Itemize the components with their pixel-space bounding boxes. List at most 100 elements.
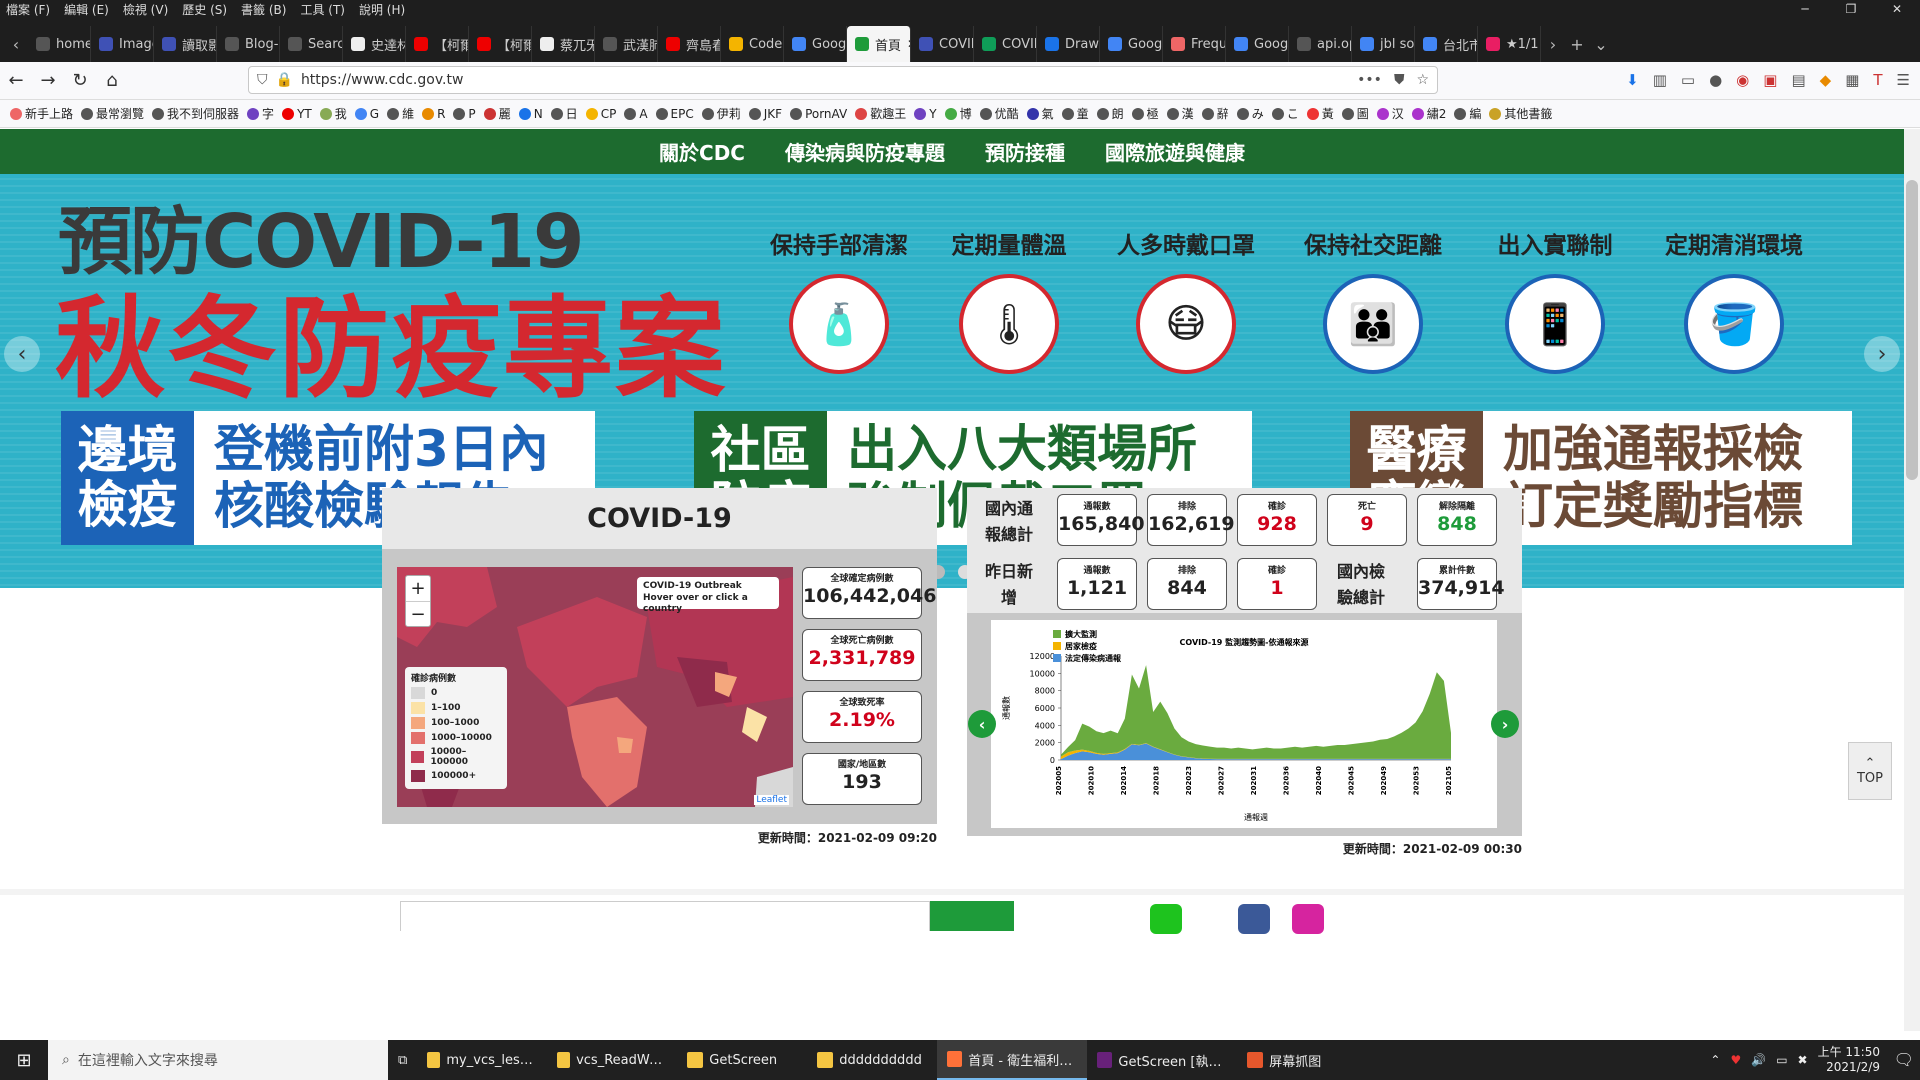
maximize-icon[interactable]: ❐ — [1828, 0, 1874, 18]
browser-tab[interactable]: 台北市 — [1415, 26, 1478, 62]
taskbar-search[interactable]: ⌕ 在這裡輸入文字來搜尋 — [48, 1040, 388, 1080]
volume-icon[interactable]: 🔊 — [1751, 1053, 1766, 1067]
extension-icon[interactable]: ▦ — [1845, 71, 1859, 89]
library-icon[interactable]: ▥ — [1653, 71, 1667, 89]
home-icon[interactable]: ⌂ — [96, 70, 128, 91]
taskbar-app[interactable]: GetScreen [執行... — [1087, 1040, 1237, 1080]
bookmark-item[interactable]: 黃 — [1306, 105, 1334, 122]
site-nav-item[interactable]: 國際旅遊與健康 — [1105, 137, 1245, 166]
bookmark-item[interactable]: 其他書籤 — [1489, 105, 1552, 122]
bookmark-item[interactable]: PornAV — [790, 107, 847, 121]
browser-tab[interactable]: Googl — [1226, 26, 1289, 62]
bookmark-item[interactable]: A — [624, 107, 648, 121]
reload-icon[interactable]: ↻ — [64, 70, 96, 91]
browser-tab[interactable]: Blog- — [217, 26, 280, 62]
taskbar-app[interactable]: dddddddddd — [807, 1040, 937, 1080]
browser-tab[interactable]: 史達林 — [343, 26, 406, 62]
back-icon[interactable]: ← — [0, 70, 32, 91]
browser-tab[interactable]: 蔡兀旡 — [532, 26, 595, 62]
bookmark-item[interactable]: JKF — [748, 107, 782, 121]
bookmark-item[interactable]: 維 — [387, 105, 414, 122]
bookmark-item[interactable]: 字 — [247, 105, 274, 122]
bookmark-item[interactable]: み — [1236, 105, 1264, 122]
bookmark-item[interactable]: 我不到伺服器 — [152, 105, 239, 122]
site-nav-item[interactable]: 預防接種 — [985, 137, 1065, 166]
site-nav-item[interactable]: 關於CDC — [659, 137, 745, 166]
task-view-icon[interactable]: ⧉ — [388, 1040, 417, 1080]
tray-chevron-icon[interactable]: ⌃ — [1710, 1053, 1720, 1067]
bookmark-item[interactable]: 伊莉 — [701, 105, 741, 122]
taskbar-app[interactable]: my_vcs_lesson_4 — [417, 1040, 547, 1080]
taskbar-app[interactable]: 首頁 - 衛生福利部... — [937, 1040, 1088, 1080]
bookmark-item[interactable]: 辭 — [1201, 105, 1229, 122]
site-search-box[interactable] — [400, 901, 930, 931]
extension-icon[interactable]: ◆ — [1820, 71, 1832, 89]
extension-icon[interactable]: ▤ — [1791, 71, 1805, 89]
taskbar-app[interactable]: 屏幕抓图 — [1237, 1040, 1367, 1080]
line-icon[interactable] — [1150, 904, 1182, 934]
scrollbar-thumb[interactable] — [1906, 180, 1918, 480]
bookmark-item[interactable]: 童 — [1061, 105, 1089, 122]
tab-list-icon[interactable]: ⌄ — [1589, 35, 1613, 54]
windows-start-icon[interactable]: ⊞ — [0, 1040, 48, 1080]
bookmark-item[interactable]: 汉 — [1376, 105, 1404, 122]
browser-tab[interactable]: Codel — [721, 26, 784, 62]
bookmark-item[interactable]: 繡2 — [1411, 105, 1446, 122]
bookmark-item[interactable]: EPC — [655, 107, 694, 121]
browser-tab[interactable]: 首頁✕ — [847, 26, 911, 62]
chart-next-icon[interactable]: › — [1491, 710, 1519, 738]
bookmark-item[interactable]: 我 — [319, 105, 347, 122]
bookmark-item[interactable]: YT — [282, 107, 312, 121]
minimize-icon[interactable]: ─ — [1782, 0, 1828, 18]
instagram-icon[interactable] — [1292, 904, 1324, 934]
world-map[interactable]: + − COVID-19 Outbreak Hover over or clic… — [397, 567, 793, 807]
browser-tab[interactable]: api.openv — [1289, 26, 1352, 62]
sidebar-icon[interactable]: ▭ — [1681, 71, 1695, 89]
bookmark-item[interactable]: 新手上路 — [10, 105, 73, 122]
bookmark-star-icon[interactable]: ☆ — [1416, 72, 1429, 88]
browser-tab[interactable]: Frequ — [1163, 26, 1226, 62]
extension-icon[interactable]: ▣ — [1763, 71, 1777, 89]
chart-prev-icon[interactable]: ‹ — [968, 710, 996, 738]
bookmark-item[interactable]: 氣 — [1026, 105, 1054, 122]
site-search-button[interactable] — [930, 901, 1014, 931]
browser-tab[interactable]: 【柯爾 — [406, 26, 469, 62]
browser-tab[interactable]: COVII — [911, 26, 974, 62]
hamburger-menu-icon[interactable]: ☰ — [1897, 71, 1910, 89]
taskbar-app[interactable]: vcs_ReadWrite_... — [547, 1040, 677, 1080]
bookmark-item[interactable]: N — [518, 107, 543, 121]
browser-tab[interactable]: Searcl — [280, 26, 343, 62]
bookmark-item[interactable]: 最常瀏覽 — [81, 105, 144, 122]
browser-tab[interactable]: 【柯爾 — [469, 26, 532, 62]
forward-icon[interactable]: → — [32, 70, 64, 91]
url-bar[interactable]: ⛉ 🔒 https://www.cdc.gov.tw ••• ⛊ ☆ — [248, 66, 1438, 94]
account-icon[interactable]: ● — [1709, 71, 1722, 89]
page-actions-icon[interactable]: ••• — [1357, 72, 1382, 88]
bookmark-item[interactable]: 漢 — [1166, 105, 1194, 122]
bookmark-item[interactable]: 歡趣王 — [855, 105, 906, 122]
menu-item[interactable]: 檢視 (V) — [123, 1, 168, 18]
browser-tab[interactable]: Draw — [1037, 26, 1100, 62]
pocket-icon[interactable]: ⛊ — [1394, 72, 1405, 88]
taskbar-app[interactable]: GetScreen — [677, 1040, 807, 1080]
site-nav-item[interactable]: 傳染病與防疫專題 — [785, 137, 945, 166]
bookmark-item[interactable]: 优酷 — [979, 105, 1019, 122]
url-text[interactable]: https://www.cdc.gov.tw — [301, 72, 463, 88]
facebook-icon[interactable] — [1238, 904, 1270, 934]
bookmark-item[interactable]: R — [422, 107, 445, 121]
extension-icon[interactable]: T — [1873, 71, 1882, 89]
menu-item[interactable]: 工具 (T) — [300, 1, 345, 18]
bookmark-item[interactable]: 麗 — [483, 105, 511, 122]
tab-scroll-left-icon[interactable]: ‹ — [4, 35, 28, 54]
browser-tab[interactable]: COVII — [974, 26, 1037, 62]
carousel-prev-icon[interactable]: ‹ — [4, 336, 40, 372]
browser-tab[interactable]: 齊島春 — [658, 26, 721, 62]
browser-tab[interactable]: 讀取影 — [154, 26, 217, 62]
browser-tab[interactable]: Image — [91, 26, 154, 62]
bookmark-item[interactable]: 極 — [1131, 105, 1159, 122]
menu-item[interactable]: 檔案 (F) — [6, 1, 50, 18]
tab-scroll-right-icon[interactable]: › — [1541, 35, 1565, 54]
bookmark-item[interactable]: 朗 — [1096, 105, 1124, 122]
back-to-top-button[interactable]: ⌃ TOP — [1848, 742, 1892, 800]
browser-tab[interactable]: ★1/1 — [1478, 26, 1541, 62]
